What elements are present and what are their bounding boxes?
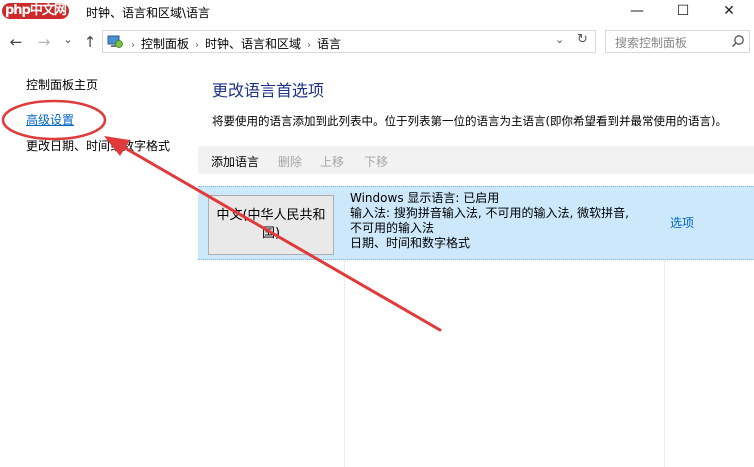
search-input[interactable] bbox=[613, 32, 732, 53]
minimize-button[interactable]: — bbox=[614, 0, 660, 24]
sidebar-link-advanced-settings[interactable]: 高级设置 bbox=[26, 111, 74, 128]
control-panel-icon bbox=[107, 35, 123, 48]
crumb-language[interactable]: 语言 bbox=[317, 37, 341, 51]
crumb-separator: › bbox=[307, 40, 312, 51]
language-detail-line: 不可用的输入法 bbox=[350, 221, 435, 235]
search-icon[interactable] bbox=[731, 34, 745, 48]
title-bar: php中文网 时钟、语言和区域\语言 — ☐ ✕ bbox=[0, 0, 754, 24]
crumb-separator: › bbox=[195, 40, 200, 51]
page-description: 将要使用的语言添加到此列表中。位于列表第一位的语言为主语言(即你希望看到并最常使… bbox=[212, 114, 727, 128]
close-button[interactable]: ✕ bbox=[706, 0, 752, 24]
language-toolbar: 添加语言 删除 上移 下移 bbox=[198, 146, 754, 174]
maximize-button[interactable]: ☐ bbox=[660, 0, 706, 24]
move-up-button[interactable]: 上移 bbox=[320, 153, 344, 170]
crumb-control-panel[interactable]: 控制面板 bbox=[141, 37, 189, 51]
back-button[interactable]: ← bbox=[6, 33, 26, 51]
main-content: 更改语言首选项 将要使用的语言添加到此列表中。位于列表第一位的语言为主语言(即你… bbox=[198, 60, 754, 467]
forward-button[interactable]: → bbox=[34, 33, 54, 51]
address-dropdown-icon[interactable]: ⌄ bbox=[555, 33, 564, 46]
language-options-link[interactable]: 选项 bbox=[670, 214, 694, 231]
sidebar-link-date-format[interactable]: 更改日期、时间或数字格式 bbox=[26, 137, 170, 154]
refresh-icon[interactable]: ↻ bbox=[577, 32, 588, 47]
breadcrumb: › 控制面板 › 时钟、语言和区域 › 语言 bbox=[125, 35, 341, 52]
address-box[interactable]: › 控制面板 › 时钟、语言和区域 › 语言 ⌄ ↻ bbox=[102, 30, 596, 53]
address-bar-row: ← → ⌄ ↑ › 控制面板 › 时钟、语言和区域 › 语言 ⌄ ↻ bbox=[0, 28, 754, 58]
language-detail-line: Windows 显示语言: 已启用 bbox=[350, 191, 500, 205]
crumb-separator: › bbox=[131, 40, 135, 51]
remove-button[interactable]: 删除 bbox=[278, 153, 302, 170]
search-box[interactable] bbox=[605, 30, 750, 53]
window-title: 时钟、语言和区域\语言 bbox=[86, 6, 211, 20]
add-language-button[interactable]: 添加语言 bbox=[211, 153, 259, 170]
language-name-button[interactable]: 中文(中华人民共和国) bbox=[208, 195, 334, 255]
crumb-clock-region[interactable]: 时钟、语言和区域 bbox=[205, 37, 301, 51]
site-logo: php中文网 bbox=[2, 3, 69, 19]
list-item[interactable]: 中文(中华人民共和国) Windows 显示语言: 已启用 输入法: 搜狗拼音输… bbox=[198, 186, 754, 260]
up-button[interactable]: ↑ bbox=[80, 33, 100, 51]
language-detail-line: 日期、时间和数字格式 bbox=[350, 236, 471, 250]
sidebar-link-home[interactable]: 控制面板主页 bbox=[26, 76, 98, 93]
language-detail-line: 输入法: 搜狗拼音输入法, 不可用的输入法, 微软拼音, bbox=[350, 206, 629, 220]
language-details: Windows 显示语言: 已启用 输入法: 搜狗拼音输入法, 不可用的输入法,… bbox=[350, 191, 629, 251]
page-title: 更改语言首选项 bbox=[212, 81, 325, 100]
recent-locations-button[interactable]: ⌄ bbox=[58, 33, 78, 46]
move-down-button[interactable]: 下移 bbox=[364, 153, 388, 170]
sidebar: 控制面板主页 高级设置 更改日期、时间或数字格式 bbox=[0, 60, 198, 467]
